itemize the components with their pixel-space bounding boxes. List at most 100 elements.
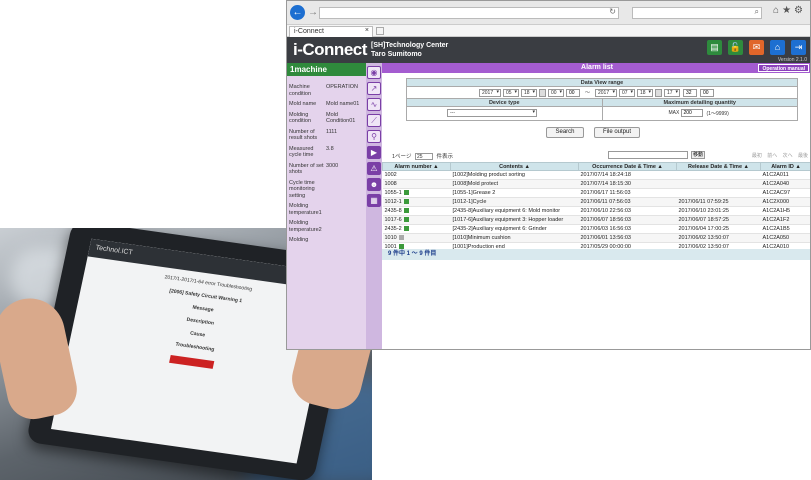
cell-contents: [2435-8]Auxiliary equipment 6: Mold moni… xyxy=(450,206,579,216)
pager-nav-links[interactable]: 最初 前へ 次へ 最後 xyxy=(752,152,808,159)
info-value: 1111 xyxy=(326,128,338,135)
back-arrow-icon[interactable]: ← xyxy=(290,5,305,20)
cell-contents: [1055-1]Grease 2 xyxy=(450,188,579,198)
col-occurrence[interactable]: Occurrence Date & Time ▲ xyxy=(578,162,677,171)
operator-icon[interactable]: ☻ xyxy=(367,178,381,191)
to-hour-select[interactable]: 17 xyxy=(664,89,680,97)
to-minute-input[interactable]: 32 xyxy=(683,89,697,97)
to-year-select[interactable]: 2017 xyxy=(595,89,617,97)
table-row[interactable]: 1010 [1010]Minimum cushion 2017/06/01 13:5… xyxy=(382,233,810,243)
from-month-select[interactable]: 05 xyxy=(503,89,519,97)
cell-occurrence: 2017/07/14 18:15:30 xyxy=(578,179,677,189)
table-row[interactable]: 1012-1 [1012-1]Cycle 2017/06/11 07:56:03 20… xyxy=(382,197,810,207)
machine-title: 1machine xyxy=(287,63,366,76)
table-row[interactable]: 1055-1 [1055-1]Grease 2 2017/06/17 11:56:0… xyxy=(382,188,810,198)
address-bar[interactable]: ↻ xyxy=(319,7,619,19)
user-name: Taro Sumitomo xyxy=(371,51,422,58)
info-value xyxy=(326,180,364,200)
calendar-icon[interactable] xyxy=(539,89,546,97)
max-label: MAX xyxy=(668,110,680,116)
alarm-number: 1055-1 xyxy=(384,190,402,196)
table-row[interactable]: 2435-2 [2435-2]Auxiliary equipment 6: Gri… xyxy=(382,224,810,234)
cell-alarm-id: A1C2A011 xyxy=(760,170,810,180)
machine-list-icon[interactable]: ▤ xyxy=(707,40,722,55)
magnifier-icon[interactable]: ⚲ xyxy=(367,130,381,143)
page-size-suffix: 件表示 xyxy=(436,154,454,160)
info-value xyxy=(326,203,364,216)
device-type-label: Device type xyxy=(407,99,603,106)
filter-values-row: --- MAX 200 (1〜9999) xyxy=(407,107,797,120)
cell-release xyxy=(676,170,761,180)
browser-search-box[interactable]: ⌕ xyxy=(632,7,762,19)
browser-toolbar: ← → ↻ ⌕ ⌂★⚙ xyxy=(287,1,810,25)
cell-occurrence: 2017/07/14 18:24:18 xyxy=(578,170,677,180)
cell-release xyxy=(676,179,761,189)
info-key: Molding temperature1 xyxy=(289,203,322,216)
from-hour-select[interactable]: 00 xyxy=(548,89,564,97)
page-title-bar: Alarm list Operation manual xyxy=(382,63,810,73)
page-jump-button[interactable]: 移動 xyxy=(691,151,705,159)
col-alarm-id[interactable]: Alarm ID ▲ xyxy=(760,162,810,171)
alarm-user-icon[interactable]: ⚠ xyxy=(367,162,381,175)
cell-alarm-id: A1C2A050 xyxy=(760,233,810,243)
mail-icon[interactable]: ✉ xyxy=(749,40,764,55)
clipboard-icon[interactable]: ▦ xyxy=(367,194,381,207)
cell-contents: [1012-1]Cycle xyxy=(450,197,579,207)
star-icon[interactable]: ★ xyxy=(782,5,794,16)
cell-contents: [2435-2]Auxiliary equipment 6: Grinder xyxy=(450,224,579,234)
cell-release xyxy=(676,188,761,198)
page-jump-input[interactable] xyxy=(608,151,688,159)
settings-icon[interactable]: ⚙ xyxy=(794,5,806,16)
operation-manual-button[interactable]: Operation manual xyxy=(758,64,809,72)
search-icon[interactable]: ⌕ xyxy=(755,7,759,17)
page-size-select[interactable]: 25 xyxy=(414,153,433,161)
cell-occurrence: 2017/06/03 16:56:03 xyxy=(578,224,677,234)
file-output-button[interactable]: File output xyxy=(594,127,640,138)
home-icon[interactable]: ⌂ xyxy=(770,40,785,55)
forward-arrow-icon[interactable]: → xyxy=(308,5,318,20)
from-minute-input[interactable]: 00 xyxy=(566,89,580,97)
table-row[interactable]: 1017-6 [1017-6]Auxiliary equipment 3: Hop… xyxy=(382,215,810,225)
max-qty-label: Maximum detailing quantity xyxy=(663,100,736,106)
from-year-select[interactable]: 2017 xyxy=(479,89,501,97)
home-icon[interactable]: ⌂ xyxy=(773,5,782,16)
to-second-input[interactable]: 00 xyxy=(700,89,714,97)
table-row[interactable]: 2435-8 [2435-8]Auxiliary equipment 6: Mol… xyxy=(382,206,810,216)
browser-tab[interactable]: i-Connect × xyxy=(289,26,373,37)
info-row: Molding temperature2 xyxy=(287,220,366,233)
table-row[interactable]: 1008 [1008]Mold protect 2017/07/14 18:15:3… xyxy=(382,179,810,189)
calendar-icon[interactable] xyxy=(655,89,662,97)
waveform-icon[interactable]: ∿ xyxy=(367,98,381,111)
app-logo: i-Connect xyxy=(293,40,367,59)
data-view-range-label: Data View range xyxy=(407,79,797,87)
col-release[interactable]: Release Date & Time ▲ xyxy=(676,162,761,171)
to-day-select[interactable]: 18 xyxy=(637,89,653,97)
alarm-number: 1012-1 xyxy=(384,199,402,205)
cell-alarm-number: 2435-2 xyxy=(382,224,451,234)
refresh-icon[interactable]: ↻ xyxy=(609,7,616,16)
status-marker-icon xyxy=(403,208,409,214)
max-qty-input[interactable]: 200 xyxy=(680,109,703,117)
info-row: Molding temperature1 xyxy=(287,203,366,216)
date-range-row: 2017 05 18 00 00 〜 2017 07 18 17 32 00 xyxy=(407,87,797,99)
cell-occurrence: 2017/06/11 07:56:03 xyxy=(578,197,677,207)
alarm-list-main: Alarm list Operation manual Data View ra… xyxy=(382,63,810,349)
eye-icon[interactable]: ◉ xyxy=(367,66,381,79)
col-contents[interactable]: Contents ▲ xyxy=(450,162,579,171)
col-alarm-number[interactable]: Alarm number ▲ xyxy=(382,162,451,171)
search-button[interactable]: Search xyxy=(546,127,584,138)
info-key: Mold name xyxy=(289,101,317,107)
alarm-number: 1008 xyxy=(384,181,397,187)
close-icon[interactable]: × xyxy=(365,27,369,34)
lock-icon[interactable]: 🔓 xyxy=(728,40,743,55)
from-day-select[interactable]: 18 xyxy=(521,89,537,97)
new-tab-icon[interactable] xyxy=(376,27,384,35)
trend-chart-icon[interactable]: ↗ xyxy=(367,82,381,95)
table-row[interactable]: 1002 [1002]Molding product sorting 2017/07… xyxy=(382,170,810,180)
result-count: 9 件中 1 〜 9 件目 xyxy=(382,249,810,260)
line-chart-icon[interactable]: ⟋ xyxy=(367,114,381,127)
device-type-select[interactable]: --- xyxy=(447,109,537,117)
to-month-select[interactable]: 07 xyxy=(619,89,635,97)
camera-icon[interactable]: ▶ xyxy=(367,146,381,159)
logout-icon[interactable]: ⇥ xyxy=(791,40,806,55)
